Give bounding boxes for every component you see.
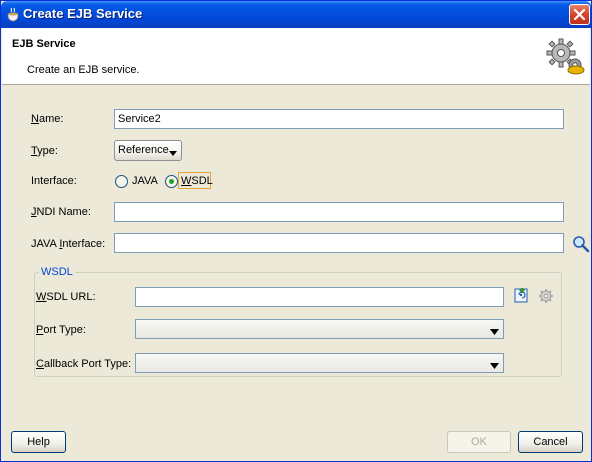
oracle-cup-icon [5, 7, 21, 23]
callback-port-type-label: Callback Port Type: [36, 358, 132, 370]
close-icon [574, 9, 585, 20]
dialog-window: Create EJB Service EJB Service Create an… [0, 0, 592, 462]
name-field[interactable] [114, 109, 564, 129]
header-subtitle: Create an EJB service. [27, 64, 140, 76]
radio-wsdl-label: WSDL [181, 175, 213, 187]
help-button[interactable]: Help [11, 431, 66, 453]
radio-selected-dot [169, 179, 174, 184]
callback-port-type-select[interactable] [135, 353, 504, 373]
name-label: Name: [31, 113, 64, 125]
header-title: EJB Service [12, 38, 76, 50]
wsdl-url-label: WSDL URL: [36, 291, 96, 303]
service-gears-icon [546, 38, 586, 78]
chevron-down-icon [490, 326, 499, 338]
interface-label: Interface: [31, 175, 77, 187]
gear-icon[interactable] [538, 288, 554, 304]
java-interface-field[interactable] [114, 233, 564, 253]
type-dropdown[interactable]: Reference [114, 140, 182, 161]
ok-button[interactable]: OK [447, 431, 511, 453]
browse-wsdl-icon[interactable] [513, 287, 530, 304]
search-icon[interactable] [572, 235, 590, 253]
close-button[interactable] [569, 4, 590, 25]
window-title: Create EJB Service [23, 6, 143, 21]
radio-wsdl[interactable] [165, 175, 178, 188]
dialog-header: EJB Service Create an EJB service. [2, 28, 590, 85]
cancel-button[interactable]: Cancel [518, 431, 583, 453]
wsdl-url-field[interactable] [135, 287, 504, 307]
port-type-select[interactable] [135, 319, 504, 339]
radio-java[interactable] [115, 175, 128, 188]
port-type-label: Port Type: [36, 324, 86, 336]
title-bar[interactable]: Create EJB Service [1, 1, 591, 28]
jndi-name-field[interactable] [114, 202, 564, 222]
wsdl-group-title: WSDL [39, 266, 75, 278]
radio-java-label: JAVA [132, 175, 158, 187]
chevron-down-icon [169, 147, 177, 159]
type-value: Reference [118, 144, 169, 156]
type-label: Type: [31, 145, 58, 157]
chevron-down-icon [490, 360, 499, 372]
jndi-name-label: JNDI Name: [31, 206, 91, 218]
java-interface-label: JAVA Interface: [31, 238, 106, 250]
